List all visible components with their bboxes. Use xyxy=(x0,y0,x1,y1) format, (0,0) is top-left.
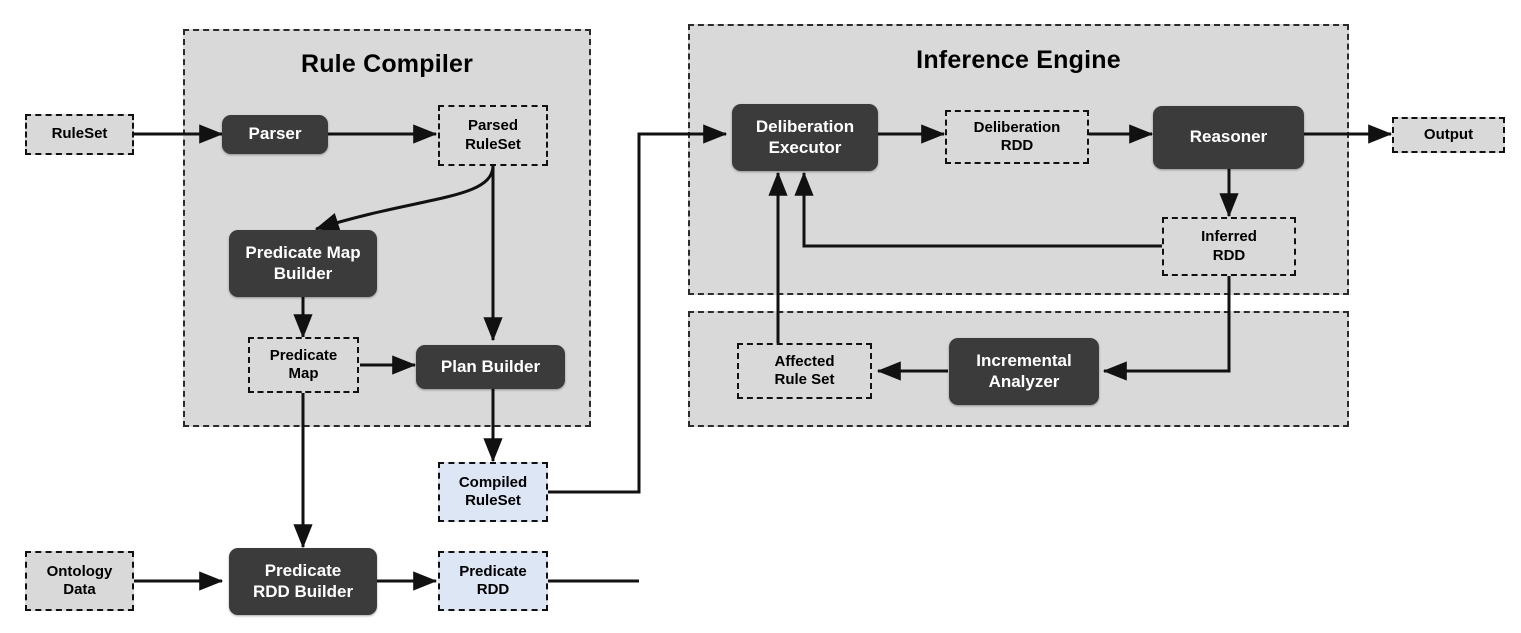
node-compiled-ruleset-label: Compiled RuleSet xyxy=(458,473,528,509)
node-deliberation-executor[interactable]: Deliberation Executor xyxy=(732,104,878,171)
node-deliberation-rdd-label: Deliberation RDD xyxy=(973,118,1061,154)
connector-layer xyxy=(134,124,1393,591)
node-predicate-map-builder-label: Predicate Map Builder xyxy=(245,242,361,283)
node-ontology-data-label: Ontology Data xyxy=(46,562,113,598)
node-predicate-rdd-builder[interactable]: Predicate RDD Builder xyxy=(229,548,377,615)
node-affected-rule-set-label: Affected Rule Set xyxy=(774,352,835,388)
node-affected-rule-set[interactable]: Affected Rule Set xyxy=(737,343,872,399)
node-parsed-ruleset-label: Parsed RuleSet xyxy=(465,117,521,153)
node-compiled-ruleset[interactable]: Compiled RuleSet xyxy=(438,462,548,522)
node-predicate-map-label: Predicate Map xyxy=(269,346,338,382)
node-parser-label: Parser xyxy=(248,124,302,144)
node-incremental-analyzer-label: Incremental Analyzer xyxy=(976,350,1072,391)
node-reasoner[interactable]: Reasoner xyxy=(1153,106,1304,169)
node-ruleset[interactable]: RuleSet xyxy=(25,114,134,155)
edge-compiledruleset-deliberationexecutor xyxy=(548,124,728,494)
node-predicate-map-builder[interactable]: Predicate Map Builder xyxy=(229,230,377,297)
node-parsed-ruleset[interactable]: Parsed RuleSet xyxy=(438,105,548,166)
node-deliberation-rdd[interactable]: Deliberation RDD xyxy=(945,110,1089,164)
diagram-canvas: Rule Compiler Inference Engine RuleSet P… xyxy=(0,0,1521,633)
node-incremental-analyzer[interactable]: Incremental Analyzer xyxy=(949,338,1099,405)
node-predicate-rdd[interactable]: Predicate RDD xyxy=(438,551,548,611)
node-predicate-rdd-builder-label: Predicate RDD Builder xyxy=(252,560,354,601)
edge-parsedruleset-predicatemapbuilder xyxy=(314,165,495,232)
node-ontology-data[interactable]: Ontology Data xyxy=(25,551,134,611)
edge-inferredrdd-deliberationexecutor xyxy=(794,171,1162,248)
edge-inferredrdd-incrementalanalyzer xyxy=(1102,276,1231,381)
node-parser[interactable]: Parser xyxy=(222,115,328,154)
node-deliberation-executor-label: Deliberation Executor xyxy=(755,116,855,157)
node-ruleset-label: RuleSet xyxy=(51,125,108,143)
node-predicate-map[interactable]: Predicate Map xyxy=(248,337,359,393)
node-reasoner-label: Reasoner xyxy=(1189,127,1268,147)
node-predicate-rdd-label: Predicate RDD xyxy=(459,562,527,598)
node-inferred-rdd-label: Inferred RDD xyxy=(1201,228,1257,264)
node-output[interactable]: Output xyxy=(1392,117,1505,153)
node-plan-builder-label: Plan Builder xyxy=(440,356,541,376)
node-output-label: Output xyxy=(1423,125,1474,143)
node-inferred-rdd[interactable]: Inferred RDD xyxy=(1162,217,1296,276)
node-plan-builder[interactable]: Plan Builder xyxy=(416,345,565,389)
